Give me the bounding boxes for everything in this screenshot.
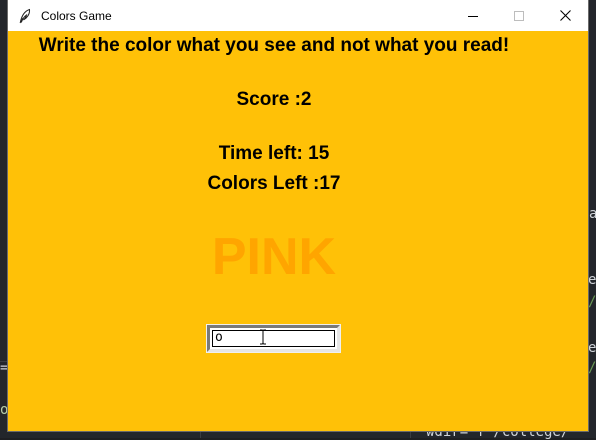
color-word-label: PINK <box>211 228 337 286</box>
minimize-button[interactable] <box>450 0 496 31</box>
editor-text-fragment: e <box>588 340 596 356</box>
editor-text-fragment: e <box>588 272 596 288</box>
editor-text-fragment: / <box>588 360 596 376</box>
editor-gridline <box>200 431 201 438</box>
close-button[interactable] <box>542 0 588 31</box>
title-bar[interactable]: Colors Game <box>8 0 588 31</box>
colors-game-window: Colors Game Write the color what you see… <box>8 0 588 431</box>
editor-text-fragment: / <box>588 294 596 310</box>
time-left-label: Time left: 15 <box>218 143 330 164</box>
entry-field-inner[interactable]: o <box>212 330 335 347</box>
colors-left-label: Colors Left :17 <box>207 173 341 194</box>
maximize-button[interactable] <box>496 0 542 31</box>
game-area: Write the color what you see and not wha… <box>8 31 588 431</box>
feather-icon <box>17 8 33 24</box>
text-cursor-icon <box>259 329 267 350</box>
editor-gridline <box>410 431 411 438</box>
minimize-icon <box>468 15 478 17</box>
color-answer-input[interactable]: o <box>206 324 341 353</box>
window-title: Colors Game <box>41 8 112 23</box>
window-controls <box>450 0 588 31</box>
score-label: Score :2 <box>236 89 312 110</box>
instructions-label: Write the color what you see and not wha… <box>38 35 510 56</box>
close-icon <box>559 10 571 21</box>
editor-text-fragment: a <box>589 206 596 222</box>
entry-value: o <box>215 330 223 345</box>
maximize-icon <box>514 10 524 21</box>
